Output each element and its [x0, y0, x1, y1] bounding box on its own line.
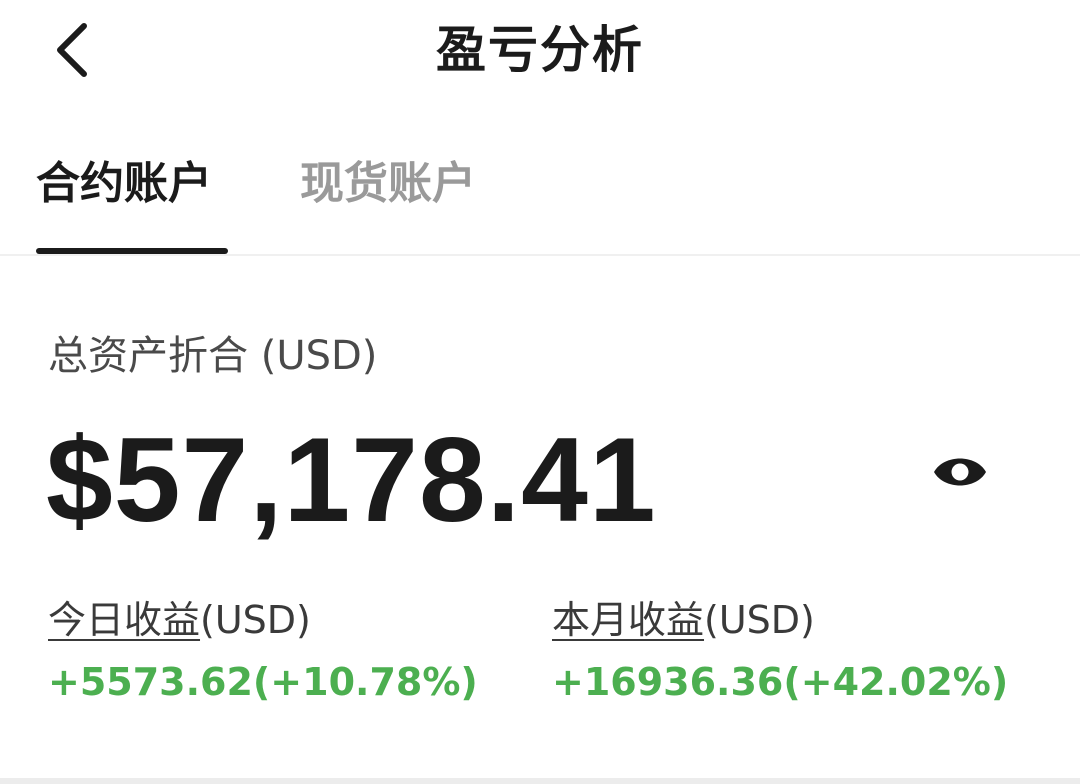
month-pnl-unit: (USD)	[704, 598, 815, 642]
page-title: 盈亏分析	[436, 21, 644, 79]
toggle-visibility-button[interactable]	[924, 438, 996, 510]
today-pnl: 今日收益(USD) +5573.62(+10.78%)	[48, 594, 478, 710]
eye-icon	[930, 450, 990, 498]
section-divider	[0, 778, 1080, 784]
tab-spot-account[interactable]: 现货账户	[300, 154, 476, 214]
total-assets-label: 总资产折合 (USD)	[48, 333, 378, 379]
account-tabs: 合约账户 现货账户	[0, 148, 1080, 256]
tab-futures-account[interactable]: 合约账户	[36, 154, 212, 214]
total-assets-value: $57,178.41	[46, 413, 657, 547]
today-pnl-value: +5573.62(+10.78%)	[48, 660, 478, 704]
today-pnl-label[interactable]: 今日收益(USD)	[48, 594, 478, 646]
month-pnl-label-text: 本月收益	[552, 598, 705, 642]
today-pnl-label-text: 今日收益	[48, 598, 201, 642]
today-pnl-unit: (USD)	[200, 598, 311, 642]
month-pnl-value: +16936.36(+42.02%)	[552, 660, 1009, 704]
active-tab-indicator	[36, 248, 228, 254]
month-pnl-label[interactable]: 本月收益(USD)	[552, 594, 1008, 646]
month-pnl: 本月收益(USD) +16936.36(+42.02%)	[552, 594, 1008, 710]
